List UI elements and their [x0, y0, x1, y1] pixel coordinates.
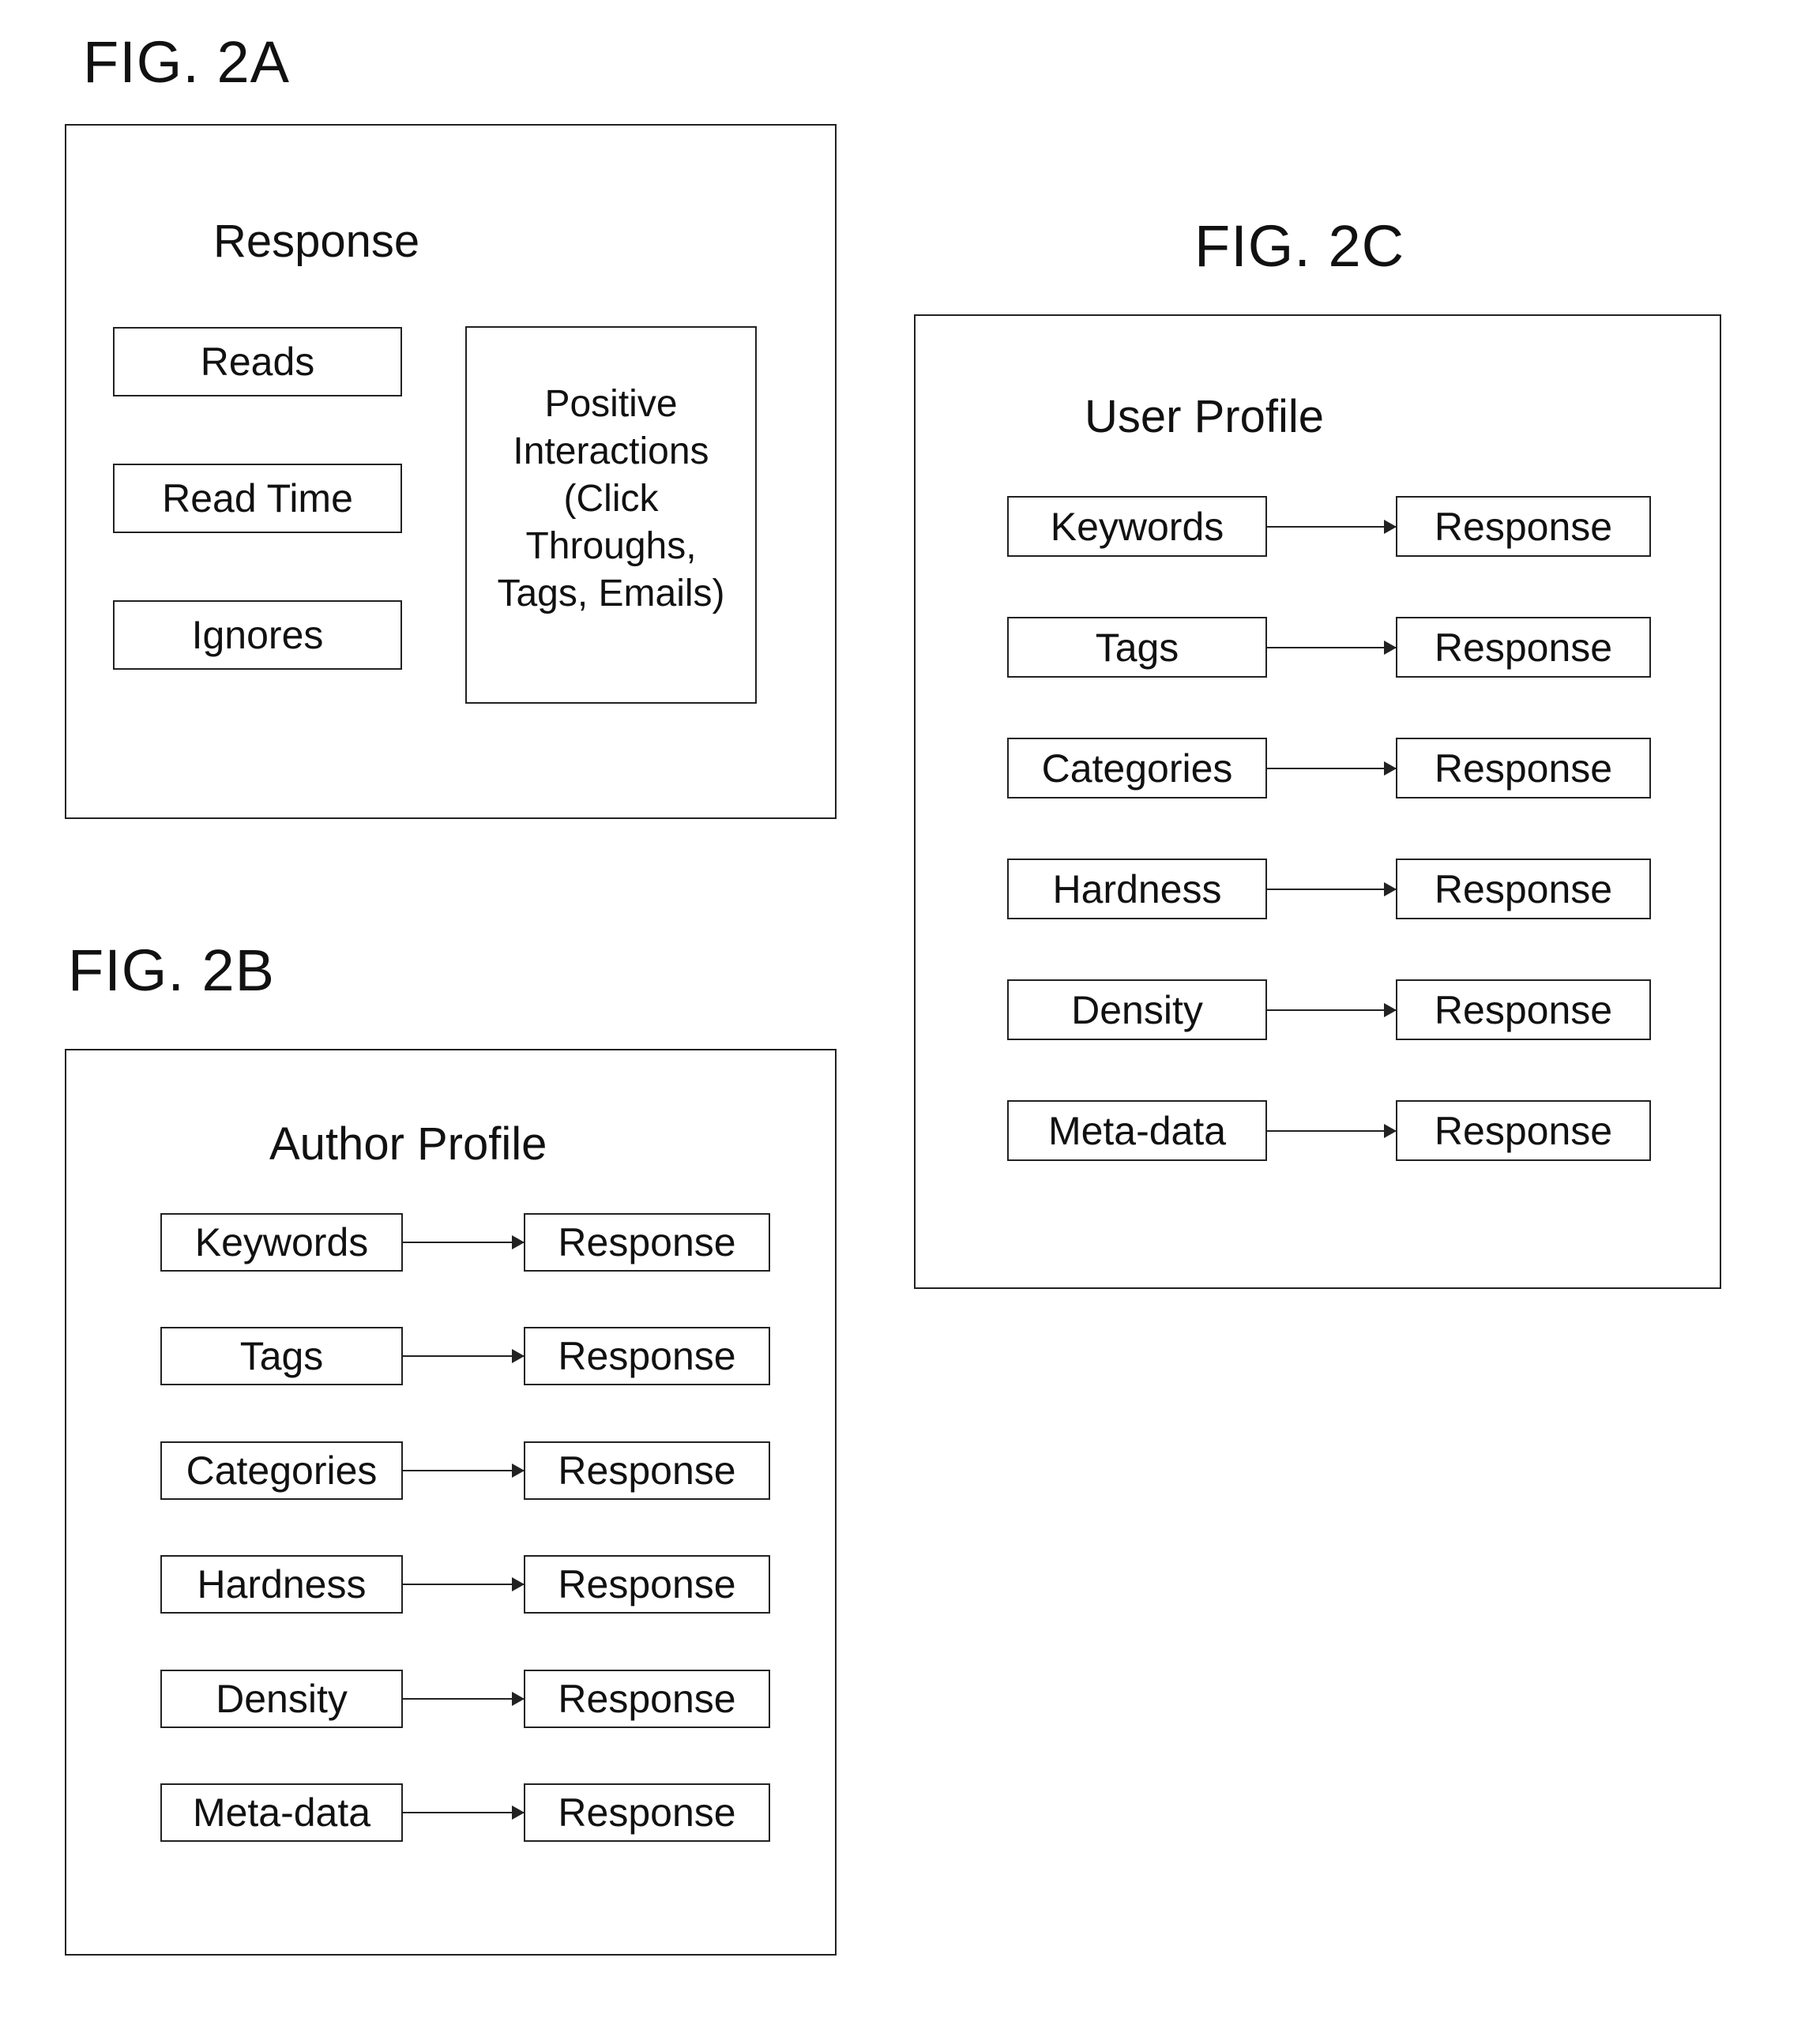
arrow-connector [1267, 1003, 1397, 1017]
fig-2b-title: Author Profile [269, 1118, 547, 1170]
node-source: Meta-data [160, 1783, 403, 1842]
node-target-response: Response [524, 1441, 770, 1500]
positive-line-5: Tags, Emails) [497, 573, 725, 614]
arrow-connector [403, 1577, 525, 1592]
node-target-response: Response [1396, 1100, 1651, 1161]
node-positive-interactions: Positive Interactions (Click Throughs, T… [465, 326, 757, 704]
node-source: Tags [160, 1327, 403, 1386]
node-source: Keywords [1007, 496, 1267, 557]
node-target-response: Response [1396, 617, 1651, 678]
arrowhead-icon [512, 1349, 525, 1364]
arrowhead-icon [512, 1463, 525, 1478]
positive-line-4: Throughs, [525, 525, 697, 567]
node-target-response: Response [524, 1213, 770, 1272]
arrowhead-icon [1384, 761, 1397, 776]
fig-2c-title: User Profile [1085, 391, 1324, 442]
positive-line-3: (Click [563, 478, 659, 520]
node-reads: Reads [113, 327, 402, 396]
arrowhead-icon [1384, 641, 1397, 655]
node-source: Meta-data [1007, 1100, 1267, 1161]
node-target-response: Response [1396, 979, 1651, 1040]
fig-2c-label: FIG. 2C [1194, 213, 1405, 279]
node-target-response: Response [524, 1555, 770, 1614]
fig-2b-label: FIG. 2B [68, 937, 275, 1003]
arrowhead-icon [1384, 1003, 1397, 1017]
node-read-time: Read Time [113, 464, 402, 533]
node-source: Keywords [160, 1213, 403, 1272]
arrowhead-icon [1384, 882, 1397, 896]
node-target-response: Response [1396, 738, 1651, 798]
node-source: Categories [1007, 738, 1267, 798]
node-target-response: Response [524, 1669, 770, 1728]
arrow-connector [1267, 761, 1397, 776]
node-source: Density [160, 1669, 403, 1728]
positive-line-2: Interactions [513, 430, 709, 472]
arrowhead-icon [1384, 520, 1397, 534]
node-target-response: Response [524, 1783, 770, 1842]
arrowhead-icon [512, 1235, 525, 1249]
arrow-connector [403, 1463, 525, 1478]
arrowhead-icon [512, 1805, 525, 1820]
arrowhead-icon [512, 1577, 525, 1592]
fig-2a-label: FIG. 2A [83, 29, 290, 95]
arrowhead-icon [512, 1691, 525, 1706]
arrow-connector [403, 1691, 525, 1706]
fig-2a-title: Response [213, 216, 420, 267]
node-source: Categories [160, 1441, 403, 1500]
arrow-connector [403, 1235, 525, 1249]
arrow-connector [1267, 641, 1397, 655]
positive-line-1: Positive [544, 383, 678, 425]
node-source: Density [1007, 979, 1267, 1040]
node-source: Tags [1007, 617, 1267, 678]
node-target-response: Response [1396, 859, 1651, 919]
arrow-connector [1267, 882, 1397, 896]
arrowhead-icon [1384, 1124, 1397, 1138]
node-source: Hardness [1007, 859, 1267, 919]
arrow-connector [1267, 520, 1397, 534]
node-ignores: Ignores [113, 600, 402, 670]
node-source: Hardness [160, 1555, 403, 1614]
node-target-response: Response [524, 1327, 770, 1386]
arrow-connector [403, 1805, 525, 1820]
arrow-connector [403, 1349, 525, 1364]
arrow-connector [1267, 1124, 1397, 1138]
node-target-response: Response [1396, 496, 1651, 557]
